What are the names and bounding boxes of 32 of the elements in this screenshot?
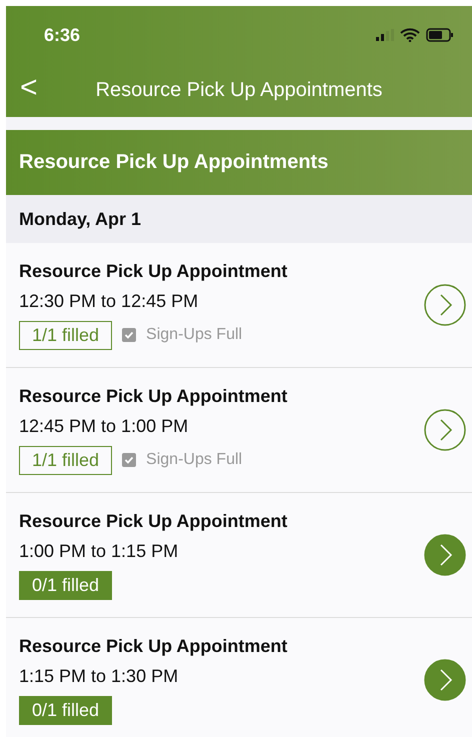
- filled-badge: 1/1 filled: [19, 446, 112, 474]
- section-title: Resource Pick Up Appointments: [19, 151, 328, 174]
- appointment-title: Resource Pick Up Appointment: [19, 510, 288, 532]
- appointment-row[interactable]: Resource Pick Up Appointment 12:45 PM to 1:00 PM 1/1 filled Sign-Ups Full: [6, 368, 472, 493]
- date-text: Monday, Apr 1: [19, 208, 142, 230]
- appointment-row[interactable]: Resource Pick Up Appointment 1:00 PM to 1:15 PM 0/1 filled: [6, 493, 472, 618]
- filled-badge: 1/1 filled: [19, 320, 112, 350]
- battery-icon: [426, 28, 454, 42]
- chevron-button[interactable]: [424, 534, 466, 576]
- back-button[interactable]: <: [16, 73, 42, 103]
- appointment-row[interactable]: Resource Pick Up Appointment 1:15 PM to 1:30 PM 0/1 filled: [6, 618, 472, 737]
- checkbox-icon: [122, 453, 136, 467]
- appointment-time: 1:15 PM to 1:30 PM: [19, 666, 180, 686]
- appointment-title: Resource Pick Up Appointment: [19, 386, 288, 406]
- filled-badge: 0/1 filled: [19, 696, 112, 724]
- appointment-time: 12:45 PM to 1:00 PM: [19, 416, 190, 436]
- nav-title: Resource Pick Up Appointments: [96, 79, 382, 102]
- full-label: Sign-Ups Full: [146, 451, 242, 469]
- filled-badge: 0/1 filled: [19, 570, 112, 600]
- appointment-title: Resource Pick Up Appointment: [19, 636, 288, 656]
- appointment-row[interactable]: Resource Pick Up Appointment 12:30 PM to 12:45 PM 1/1 filled Sign-Ups Full: [6, 243, 472, 368]
- checkbox-icon: [122, 328, 136, 342]
- appointment-time: 12:30 PM to 12:45 PM: [19, 290, 200, 312]
- signal-icon: [376, 29, 394, 41]
- chevron-button[interactable]: [424, 284, 466, 326]
- status-time: 6:36: [44, 24, 80, 46]
- appointment-time: 1:00 PM to 1:15 PM: [19, 540, 180, 562]
- wifi-icon: [400, 28, 420, 42]
- full-label: Sign-Ups Full: [146, 326, 242, 344]
- appointment-title: Resource Pick Up Appointment: [19, 260, 288, 282]
- chevron-button[interactable]: [424, 409, 466, 451]
- chevron-button[interactable]: [424, 659, 466, 701]
